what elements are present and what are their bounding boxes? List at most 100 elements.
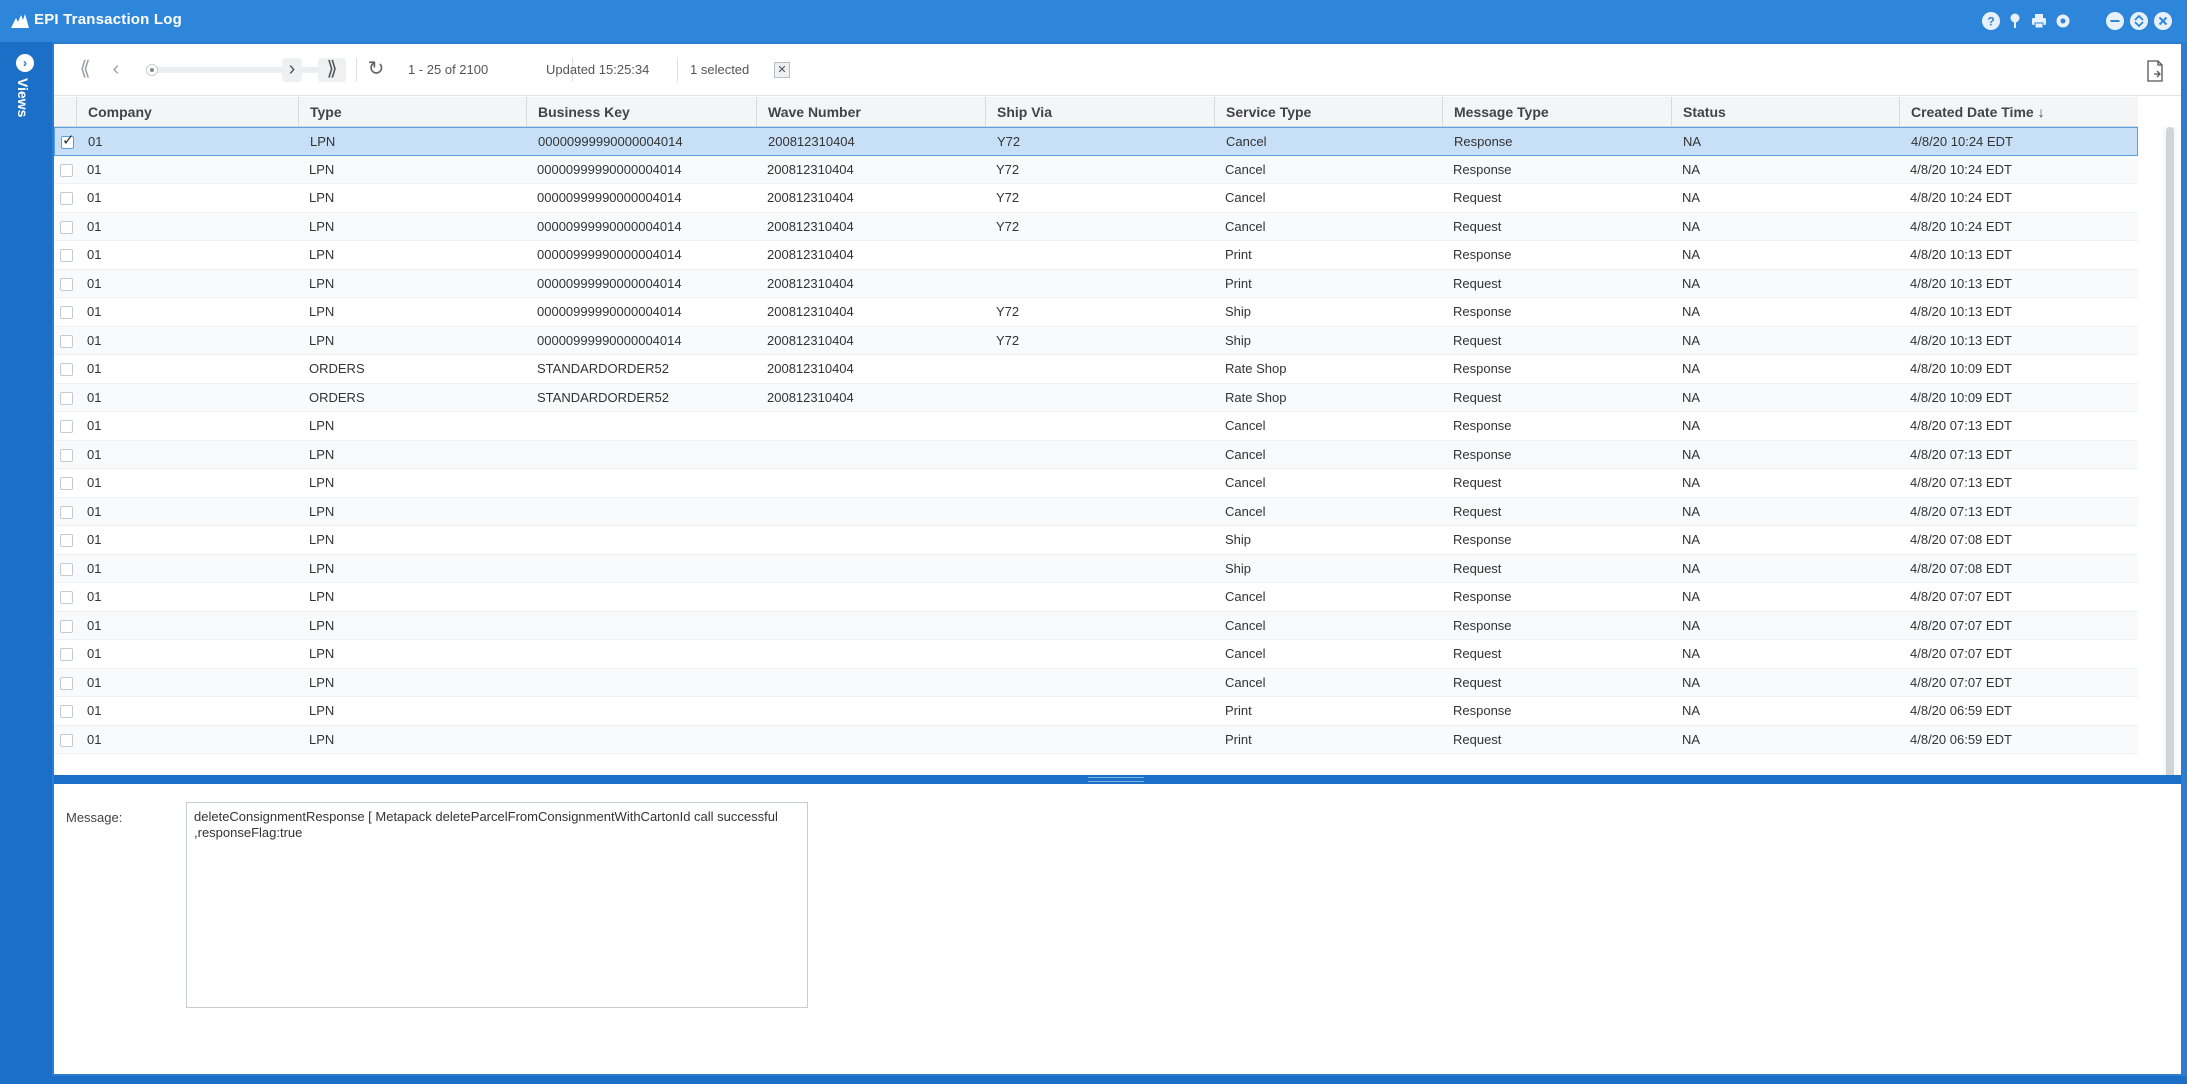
clear-selection-button[interactable]: ✕ (774, 62, 790, 78)
previous-page-button[interactable]: ‹ (106, 58, 126, 82)
last-page-button[interactable]: ⟫ (318, 58, 346, 82)
table-row[interactable]: 01 LPN Cancel Request NA 4/8/20 07:13 EDT (54, 469, 2138, 498)
scrollbar-thumb[interactable] (2166, 127, 2174, 787)
row-checkbox[interactable] (60, 676, 73, 690)
table-row[interactable]: 01 LPN 00000999990000004014 200812310404 Y72… (54, 326, 2138, 355)
table-row[interactable]: 01 LPN 00000999990000004014 200812310404 Y72… (54, 127, 2138, 156)
column-header[interactable]: Ship Via (985, 97, 1214, 127)
column-header[interactable]: Business Key (526, 97, 756, 127)
table-row[interactable]: 01 ORDERS STANDARDORDER52 200812310404 Rate … (54, 355, 2138, 384)
help-icon[interactable]: ? (1982, 12, 2000, 30)
table-cell: NA (1683, 134, 1702, 149)
table-row[interactable]: 01 LPN Ship Response NA 4/8/20 07:08 EDT (54, 526, 2138, 555)
expand-views-icon[interactable]: › (16, 54, 34, 72)
table-row[interactable]: 01 LPN Print Response NA 4/8/20 06:59 EDT (54, 697, 2138, 726)
table-cell (985, 441, 1214, 469)
row-checkbox[interactable] (60, 163, 73, 177)
table-cell: 01 (87, 674, 102, 690)
minimize-icon[interactable] (2106, 12, 2124, 30)
grid-vertical-scrollbar[interactable] (2163, 127, 2177, 815)
row-checkbox[interactable] (60, 220, 73, 234)
row-checkbox[interactable] (60, 534, 73, 547)
row-checkbox[interactable] (60, 192, 73, 205)
export-icon[interactable] (2146, 60, 2164, 82)
row-checkbox[interactable] (60, 733, 73, 747)
table-cell (526, 412, 756, 440)
table-row[interactable]: 01 LPN 00000999990000004014 200812310404 Pri… (54, 269, 2138, 298)
table-cell: LPN (309, 532, 335, 547)
table-row[interactable]: 01 LPN 00000999990000004014 200812310404 Y72… (54, 298, 2138, 327)
table-cell: 00000999990000004014 (537, 161, 682, 177)
column-header[interactable]: Type (298, 97, 526, 127)
page-slider-handle[interactable] (146, 64, 158, 76)
table-row[interactable]: 01 LPN Cancel Response NA 4/8/20 07:07 EDT (54, 583, 2138, 612)
page-slider[interactable] (146, 64, 330, 76)
table-row[interactable]: 01 LPN Cancel Request NA 4/8/20 07:13 EDT (54, 497, 2138, 526)
row-checkbox[interactable] (60, 705, 73, 718)
row-checkbox[interactable] (60, 648, 73, 661)
panel-splitter[interactable] (54, 775, 2181, 784)
row-checkbox[interactable] (60, 249, 73, 262)
row-checkbox[interactable] (60, 306, 73, 319)
column-header[interactable]: Wave Number (756, 97, 985, 127)
close-icon[interactable] (2154, 12, 2172, 30)
row-checkbox[interactable] (60, 363, 73, 376)
refresh-button[interactable]: ↻ (364, 58, 388, 82)
table-row[interactable]: 01 LPN Print Request NA 4/8/20 06:59 EDT (54, 725, 2138, 754)
table-row[interactable]: 01 ORDERS STANDARDORDER52 200812310404 Rate … (54, 383, 2138, 412)
table-cell: 200812310404 (767, 190, 854, 205)
table-cell: LPN (309, 503, 335, 519)
views-panel-toggle[interactable]: › Views (0, 42, 52, 1078)
table-cell: Request (1453, 503, 1502, 519)
table-cell: Response (1453, 703, 1512, 718)
row-checkbox[interactable] (60, 277, 73, 291)
table-cell: Cancel (1225, 190, 1266, 205)
column-header[interactable]: Status (1671, 97, 1899, 127)
row-checkbox[interactable] (60, 448, 73, 462)
first-page-button[interactable]: ⟪ (72, 58, 98, 82)
row-checkbox[interactable] (60, 334, 73, 348)
settings-icon[interactable] (2054, 12, 2072, 30)
table-row[interactable]: 01 LPN 00000999990000004014 200812310404 Y72… (54, 184, 2138, 213)
column-header[interactable]: Message Type (1442, 97, 1671, 127)
splitter-grip[interactable] (1088, 777, 1144, 782)
table-cell: 200812310404 (767, 247, 854, 262)
row-checkbox[interactable] (60, 619, 73, 633)
table-cell (526, 583, 756, 611)
row-checkbox[interactable] (60, 591, 73, 604)
table-cell (985, 412, 1214, 440)
next-page-button[interactable]: › (282, 58, 302, 82)
print-icon[interactable] (2030, 12, 2048, 30)
table-cell: 01 (87, 161, 102, 177)
column-header[interactable]: Service Type (1214, 97, 1442, 127)
table-row[interactable]: 01 LPN Cancel Request NA 4/8/20 07:07 EDT (54, 668, 2138, 697)
table-row[interactable]: 01 LPN Cancel Request NA 4/8/20 07:07 EDT (54, 640, 2138, 669)
maximize-icon[interactable] (2130, 12, 2148, 30)
table-row[interactable]: 01 LPN Ship Request NA 4/8/20 07:08 EDT (54, 554, 2138, 583)
table-cell (756, 726, 985, 754)
row-checkbox[interactable] (60, 505, 73, 519)
table-cell: NA (1682, 161, 1701, 177)
pin-icon[interactable] (2006, 12, 2024, 30)
table-cell: Y72 (996, 304, 1020, 319)
table-cell (526, 697, 756, 725)
row-checkbox[interactable] (60, 391, 73, 405)
table-row[interactable]: 01 LPN 00000999990000004014 200812310404 Y72… (54, 155, 2138, 184)
column-header[interactable]: Company (76, 97, 298, 127)
row-checkbox[interactable] (61, 131, 75, 149)
table-row[interactable]: 01 LPN Cancel Response NA 4/8/20 07:13 EDT (54, 412, 2138, 441)
table-cell: LPN (309, 617, 335, 633)
table-row[interactable]: 01 LPN Cancel Response NA 4/8/20 07:07 EDT (54, 611, 2138, 640)
table-row[interactable]: 01 LPN Cancel Response NA 4/8/20 07:13 EDT (54, 440, 2138, 469)
row-checkbox[interactable] (60, 477, 73, 490)
table-row[interactable]: 01 LPN 00000999990000004014 200812310404 Pri… (54, 241, 2138, 270)
table-row[interactable]: 01 LPN 00000999990000004014 200812310404 Y72… (54, 212, 2138, 241)
row-checkbox[interactable] (60, 420, 73, 433)
column-header[interactable]: Created Date Time ↓ (1899, 97, 2138, 127)
table-cell (756, 640, 985, 668)
table-cell: LPN (310, 134, 336, 149)
message-textarea[interactable]: deleteConsignmentResponse [ Metapack del… (186, 802, 808, 1008)
row-checkbox[interactable] (60, 562, 73, 576)
table-cell (756, 441, 985, 469)
table-cell (985, 555, 1214, 583)
